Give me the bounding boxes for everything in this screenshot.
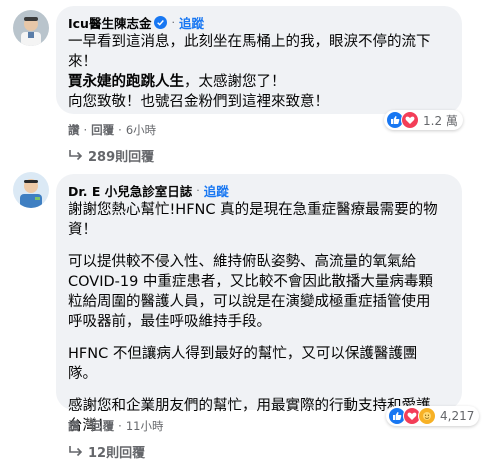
follow-button-1[interactable]: 追蹤 — [179, 13, 204, 32]
follow-button-2[interactable]: 追蹤 — [204, 181, 229, 200]
comment-author-2[interactable]: Dr. E 小兒急診室日誌 — [68, 181, 192, 200]
comment-actions-2: 讚 · 回覆 · 11小時 — [68, 418, 163, 434]
comment-time-2[interactable]: 11小時 — [126, 418, 164, 434]
separator-dot: · — [118, 123, 122, 137]
like-button-1[interactable]: 讚 — [68, 122, 80, 138]
verified-badge-icon — [154, 15, 168, 29]
reply-arrow-icon — [69, 149, 83, 160]
reaction-count-2: 4,217 — [440, 409, 475, 423]
reply-button-2[interactable]: 回覆 — [91, 418, 114, 434]
reply-button-1[interactable]: 回覆 — [91, 122, 114, 138]
separator-dot: · — [196, 183, 200, 197]
mentioned-page-link[interactable]: 賈永婕的跑跳人生 — [68, 74, 184, 90]
comment-bubble-2: Dr. E 小兒急診室日誌 · 追蹤 謝謝您熱心幫忙!HFNC 真的是現在急重症… — [56, 174, 462, 434]
comment-bubble-1: Icu醫生陳志金 · 追蹤 一早看到這消息，此刻坐在馬桶上的我，眼淚不停的流下 … — [56, 6, 462, 114]
reaction-count-1: 1.2 萬 — [423, 113, 458, 128]
reaction-summary-1[interactable]: 1.2 萬 — [384, 110, 463, 130]
separator-dot: · — [171, 15, 175, 29]
comment-2-paragraph-1: 謝謝您熱心幫忙!HFNC 真的是現在急重症醫療最需要的物 資！ — [68, 202, 438, 238]
comment-1-paragraph-1: 一早看到這消息，此刻坐在馬桶上的我，眼淚不停的流下 來！ — [68, 34, 431, 70]
comment-time-1[interactable]: 6小時 — [126, 122, 156, 138]
separator-dot: · — [83, 123, 88, 137]
love-reaction-icon — [401, 111, 419, 129]
reaction-summary-2[interactable]: 4,217 — [386, 406, 480, 426]
separator-dot: · — [83, 419, 88, 433]
separator-dot: · — [118, 419, 122, 433]
view-replies-2[interactable]: 12則回覆 — [68, 442, 145, 461]
comment-2-paragraph-3: HFNC 不但讓病人得到最好的幫忙，又可以保護醫護團 隊。 — [68, 346, 418, 382]
reply-arrow-icon — [69, 445, 83, 456]
avatar-comment-2[interactable] — [13, 172, 49, 208]
avatar-comment-1[interactable] — [13, 10, 49, 46]
care-reaction-icon — [418, 407, 436, 425]
comment-1-paragraph-2: 賈永婕的跑跳人生，太感謝您了！ — [68, 74, 286, 90]
like-button-2[interactable]: 讚 — [68, 418, 80, 434]
comment-1-paragraph-3: 向您致敬！也號召金粉們到這裡來致意！ — [68, 94, 329, 110]
comment-2-paragraph-2: 可以提供較不侵入性、維持俯臥姿勢、高流量的氧氣給 COVID-19 中重症患者，… — [68, 254, 433, 330]
view-replies-1[interactable]: 289則回覆 — [68, 146, 154, 165]
comment-author-1[interactable]: Icu醫生陳志金 — [68, 13, 151, 32]
comment-actions-1: 讚 · 回覆 · 6小時 — [68, 122, 156, 138]
replies-count-2: 12則回覆 — [88, 446, 146, 461]
replies-count-1: 289則回覆 — [88, 150, 155, 165]
